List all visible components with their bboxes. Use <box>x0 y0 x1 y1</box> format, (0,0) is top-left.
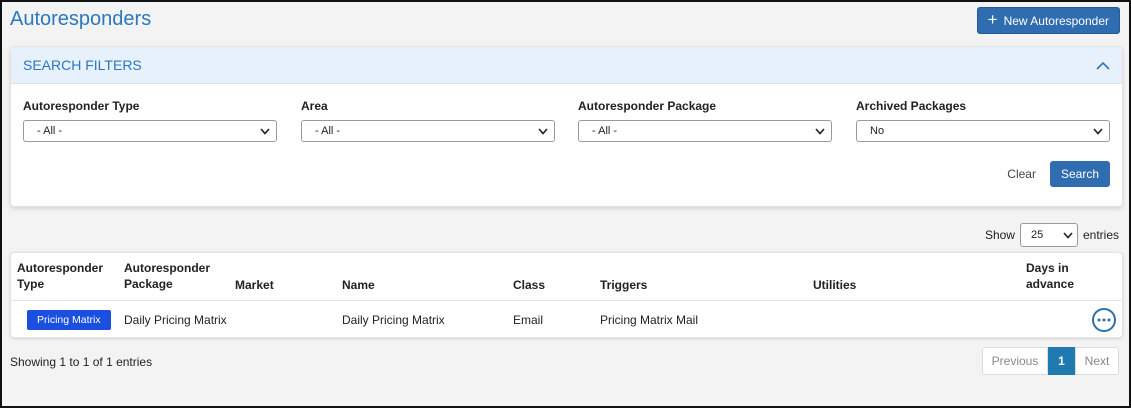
column-header-class[interactable]: Class <box>513 277 545 293</box>
chevron-up-icon[interactable] <box>1096 61 1110 70</box>
page-title: Autoresponders <box>10 8 152 30</box>
table-info: Showing 1 to 1 of 1 entries <box>10 355 153 369</box>
column-header-package[interactable]: Autoresponder Package <box>124 260 219 292</box>
select-value: - All - <box>592 125 618 137</box>
page-length-control: Show 25 entries <box>985 223 1119 247</box>
cell-class: Email <box>513 313 544 327</box>
page-length-select[interactable]: 25 <box>1019 223 1078 247</box>
select-value: No <box>870 125 885 137</box>
table-row: Pricing Matrix Daily Pricing Matrix Dail… <box>11 301 1122 338</box>
table-header: Autoresponder Type Autoresponder Package… <box>11 253 1122 301</box>
search-filters-panel: SEARCH FILTERS Autoresponder Type - All … <box>10 46 1123 207</box>
autoresponder-type-select[interactable]: - All - <box>23 120 277 142</box>
filter-actions: Clear Search <box>1007 161 1110 187</box>
filter-archived-packages: Archived Packages No <box>856 99 1110 142</box>
chevron-down-icon <box>815 127 825 135</box>
entries-label: entries <box>1082 228 1119 242</box>
row-actions-button[interactable] <box>1092 308 1116 332</box>
chevron-down-icon <box>1063 231 1073 239</box>
select-value: 25 <box>1030 229 1044 241</box>
filter-autoresponder-package: Autoresponder Package - All - <box>578 99 832 142</box>
column-header-type[interactable]: Autoresponder Type <box>17 260 117 292</box>
cell-package: Daily Pricing Matrix <box>124 313 227 327</box>
column-header-triggers[interactable]: Triggers <box>600 277 647 293</box>
app-window: Autoresponders + New Autoresponder SEARC… <box>0 0 1131 408</box>
archived-packages-select[interactable]: No <box>856 120 1110 142</box>
previous-page-button[interactable]: Previous <box>982 347 1048 375</box>
page-button-current[interactable]: 1 <box>1048 347 1075 375</box>
column-header-market[interactable]: Market <box>235 277 274 293</box>
area-select[interactable]: - All - <box>301 120 555 142</box>
filter-label: Area <box>301 99 328 113</box>
filter-fields: Autoresponder Type - All - Area - All - … <box>11 84 1122 164</box>
select-value: - All - <box>37 125 63 137</box>
pagination: Previous 1 Next <box>982 347 1119 375</box>
filter-area: Area - All - <box>301 99 555 142</box>
more-horizontal-icon <box>1097 318 1111 322</box>
chevron-down-icon <box>1093 127 1103 135</box>
column-header-days-in-advance[interactable]: Days in advance <box>1026 260 1086 292</box>
autoresponders-table: Autoresponder Type Autoresponder Package… <box>10 252 1123 338</box>
clear-button[interactable]: Clear <box>1007 167 1036 181</box>
chevron-down-icon <box>538 127 548 135</box>
next-page-button[interactable]: Next <box>1075 347 1119 375</box>
column-header-utilities[interactable]: Utilities <box>813 277 856 293</box>
new-autoresponder-label: New Autoresponder <box>1003 13 1109 28</box>
plus-icon: + <box>987 10 998 29</box>
select-value: - All - <box>315 125 341 137</box>
filter-label: Archived Packages <box>856 99 967 113</box>
filter-autoresponder-type: Autoresponder Type - All - <box>23 99 277 142</box>
cell-name: Daily Pricing Matrix <box>342 313 445 327</box>
filter-label: Autoresponder Package <box>578 99 717 113</box>
chevron-down-icon <box>260 127 270 135</box>
search-filters-header[interactable]: SEARCH FILTERS <box>11 47 1122 84</box>
search-filters-title: SEARCH FILTERS <box>23 57 142 73</box>
autoresponder-package-select[interactable]: - All - <box>578 120 832 142</box>
show-label: Show <box>984 228 1015 242</box>
type-badge: Pricing Matrix <box>27 310 111 330</box>
column-header-name[interactable]: Name <box>342 277 375 293</box>
cell-triggers: Pricing Matrix Mail <box>600 313 699 327</box>
search-button[interactable]: Search <box>1049 161 1110 187</box>
filter-label: Autoresponder Type <box>23 99 140 113</box>
new-autoresponder-button[interactable]: + New Autoresponder <box>976 7 1120 34</box>
